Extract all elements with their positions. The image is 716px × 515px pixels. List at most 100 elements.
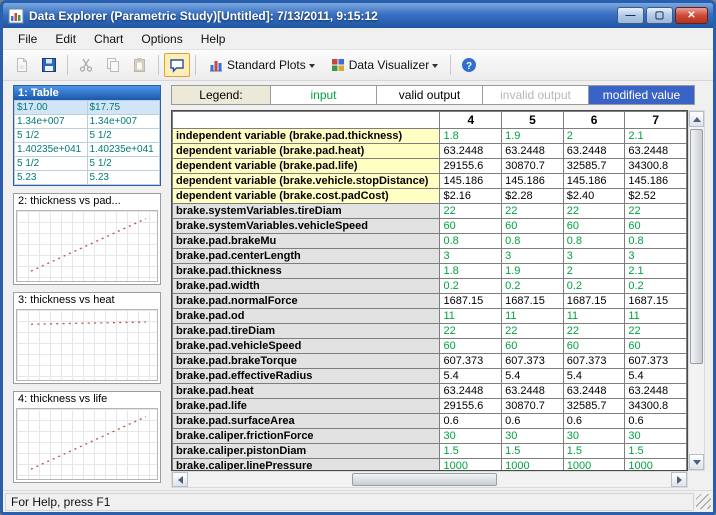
table-cell[interactable]: 30870.7 [502, 159, 564, 174]
table-cell[interactable]: 30 [625, 429, 687, 444]
row-header[interactable]: dependent variable (brake.vehicle.stopDi… [173, 174, 440, 189]
table-cell[interactable]: 145.186 [440, 174, 502, 189]
table-cell[interactable]: 607.373 [502, 354, 564, 369]
table-cell[interactable]: 63.2448 [563, 144, 625, 159]
table-cell[interactable]: 29155.6 [440, 159, 502, 174]
table-cell[interactable]: 0.8 [563, 234, 625, 249]
table-cell[interactable]: 22 [563, 204, 625, 219]
thumbnail-3[interactable]: 3: thickness vs heat [13, 292, 161, 384]
table-cell[interactable]: 1000 [563, 459, 625, 472]
row-header[interactable]: brake.pad.effectiveRadius [173, 369, 440, 384]
row-header[interactable]: brake.pad.surfaceArea [173, 414, 440, 429]
table-cell[interactable]: 1.5 [502, 444, 564, 459]
table-cell[interactable]: 0.2 [563, 279, 625, 294]
table-cell[interactable]: 0.2 [502, 279, 564, 294]
cut-button[interactable] [73, 53, 99, 77]
table-cell[interactable]: 32585.7 [563, 399, 625, 414]
table-cell[interactable]: 1687.15 [502, 294, 564, 309]
table-cell[interactable]: 63.2448 [502, 144, 564, 159]
table-cell[interactable]: 60 [440, 219, 502, 234]
table-cell[interactable]: 5.4 [563, 369, 625, 384]
horizontal-scroll-thumb[interactable] [352, 473, 497, 486]
table-cell[interactable]: 30 [440, 429, 502, 444]
data-visualizer-button[interactable]: Data Visualizer [323, 53, 445, 77]
table-cell[interactable]: 30870.7 [502, 399, 564, 414]
table-cell[interactable]: 607.373 [440, 354, 502, 369]
table-cell[interactable]: 2.1 [625, 264, 687, 279]
table-cell[interactable]: 1.8 [440, 129, 502, 144]
table-cell[interactable]: 63.2448 [625, 384, 687, 399]
import-document-button[interactable] [9, 53, 35, 77]
table-cell[interactable]: 3 [440, 249, 502, 264]
table-cell[interactable]: 30 [563, 429, 625, 444]
resize-grip[interactable] [696, 494, 711, 509]
table-cell[interactable]: 60 [502, 339, 564, 354]
thumbnail-4[interactable]: 4: thickness vs life [13, 391, 161, 483]
row-header[interactable]: brake.pad.centerLength [173, 249, 440, 264]
menu-chart[interactable]: Chart [85, 30, 132, 48]
table-cell[interactable]: 5.4 [440, 369, 502, 384]
table-cell[interactable]: 1000 [625, 459, 687, 472]
row-header[interactable]: brake.pad.vehicleSpeed [173, 339, 440, 354]
table-cell[interactable]: 22 [563, 324, 625, 339]
table-cell[interactable]: 607.373 [625, 354, 687, 369]
table-cell[interactable]: 22 [440, 324, 502, 339]
table-cell[interactable]: 0.8 [502, 234, 564, 249]
table-cell[interactable]: 1687.15 [563, 294, 625, 309]
table-cell[interactable]: 607.373 [563, 354, 625, 369]
table-cell[interactable]: 1.5 [625, 444, 687, 459]
table-cell[interactable]: 60 [625, 219, 687, 234]
table-cell[interactable]: 63.2448 [440, 384, 502, 399]
menu-edit[interactable]: Edit [46, 30, 85, 48]
table-cell[interactable]: $2.16 [440, 189, 502, 204]
table-cell[interactable]: 145.186 [563, 174, 625, 189]
table-cell[interactable]: 3 [625, 249, 687, 264]
table-cell[interactable]: 34300.8 [625, 159, 687, 174]
title-bar[interactable]: Data Explorer (Parametric Study)[Untitle… [3, 3, 713, 28]
table-cell[interactable]: 60 [625, 339, 687, 354]
table-cell[interactable]: 1687.15 [625, 294, 687, 309]
vertical-scrollbar[interactable] [688, 110, 705, 471]
thumbnail-1[interactable]: 1: Table$17.00$17.751.34e+0071.34e+0075 … [13, 85, 161, 186]
vertical-scroll-track[interactable] [689, 127, 704, 454]
table-cell[interactable]: 63.2448 [502, 384, 564, 399]
table-cell[interactable]: 63.2448 [563, 384, 625, 399]
table-cell[interactable]: 0.6 [563, 414, 625, 429]
row-header[interactable]: brake.caliper.linePressure [173, 459, 440, 472]
table-cell[interactable]: 1000 [440, 459, 502, 472]
maximize-button[interactable]: ▢ [646, 7, 673, 24]
horizontal-scroll-track[interactable] [188, 472, 671, 487]
table-cell[interactable]: 22 [625, 324, 687, 339]
table-cell[interactable]: 5.4 [625, 369, 687, 384]
table-cell[interactable]: 145.186 [502, 174, 564, 189]
save-button[interactable] [36, 53, 62, 77]
table-cell[interactable]: 3 [502, 249, 564, 264]
scroll-right-button[interactable] [671, 472, 687, 487]
table-cell[interactable]: 1.9 [502, 129, 564, 144]
vertical-scroll-thumb[interactable] [690, 129, 703, 364]
table-cell[interactable]: 0.2 [625, 279, 687, 294]
row-header[interactable]: brake.pad.thickness [173, 264, 440, 279]
close-button[interactable]: ✕ [675, 7, 708, 24]
thumbnail-2[interactable]: 2: thickness vs pad... [13, 193, 161, 285]
row-header[interactable]: dependent variable (brake.pad.heat) [173, 144, 440, 159]
row-header[interactable]: brake.systemVariables.tireDiam [173, 204, 440, 219]
row-header[interactable]: brake.pad.od [173, 309, 440, 324]
table-cell[interactable]: 22 [625, 204, 687, 219]
table-cell[interactable]: 22 [502, 204, 564, 219]
comment-bubble-button[interactable] [164, 53, 190, 77]
table-cell[interactable]: 145.186 [625, 174, 687, 189]
table-cell[interactable]: 0.6 [440, 414, 502, 429]
table-cell[interactable]: 2.1 [625, 129, 687, 144]
table-cell[interactable]: 11 [502, 309, 564, 324]
table-cell[interactable]: 0.8 [625, 234, 687, 249]
table-cell[interactable]: 22 [502, 324, 564, 339]
column-header-7[interactable]: 7 [625, 112, 687, 129]
table-cell[interactable]: 11 [563, 309, 625, 324]
column-header-5[interactable]: 5 [502, 112, 564, 129]
table-cell[interactable]: 2 [563, 129, 625, 144]
table-cell[interactable]: 3 [563, 249, 625, 264]
table-cell[interactable]: 1687.15 [440, 294, 502, 309]
table-cell[interactable]: 11 [440, 309, 502, 324]
table-cell[interactable]: 1.9 [502, 264, 564, 279]
